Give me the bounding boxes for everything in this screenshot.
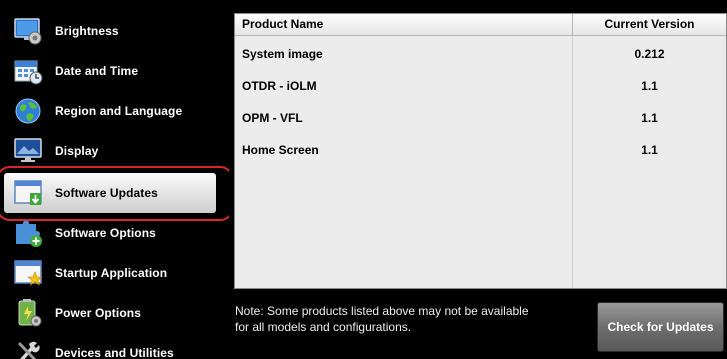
sidebar-item-display[interactable]: Display — [0, 131, 219, 171]
column-header-current-version[interactable]: Current Version — [573, 14, 726, 36]
product-name-cell: Home Screen — [242, 143, 319, 157]
calendar-clock-icon — [13, 56, 43, 86]
sidebar-item-devices-and-utilities[interactable]: Devices and Utilities — [0, 333, 219, 359]
table-row[interactable]: System image 0.212 — [235, 38, 726, 70]
version-cell: 1.1 — [641, 143, 658, 157]
sidebar-item-software-updates[interactable]: Software Updates — [4, 173, 216, 213]
check-for-updates-button[interactable]: Check for Updates — [597, 302, 724, 352]
products-table: Product Name Current Version System imag… — [234, 13, 727, 289]
sidebar-item-power-options[interactable]: Power Options — [0, 293, 219, 333]
sidebar-item-label: Region and Language — [55, 104, 183, 118]
sidebar-item-region-and-language[interactable]: Region and Language — [0, 91, 219, 131]
version-cell: 1.1 — [641, 79, 658, 93]
globe-icon — [13, 96, 43, 126]
sidebar-item-date-and-time[interactable]: Date and Time — [0, 51, 219, 91]
sidebar-item-label: Software Updates — [55, 186, 158, 200]
puzzle-plus-icon — [13, 218, 43, 248]
sidebar-item-label: Date and Time — [55, 64, 139, 78]
software-update-icon — [13, 178, 43, 208]
column-header-product-name[interactable]: Product Name — [242, 14, 323, 36]
version-cell: 0.212 — [634, 47, 665, 61]
settings-sidebar: Brightness Date and Time Region and Lang… — [0, 0, 234, 359]
sidebar-item-label: Power Options — [55, 306, 141, 320]
product-name-cell: OPM - VFL — [242, 111, 303, 125]
table-header: Product Name Current Version — [235, 14, 726, 36]
note-line: Note: Some products listed above may not… — [235, 304, 529, 318]
monitor-icon — [13, 136, 43, 166]
software-updates-panel: Product Name Current Version System imag… — [229, 0, 727, 359]
startup-star-icon — [13, 258, 43, 288]
table-row[interactable]: Home Screen 1.1 — [235, 134, 726, 166]
table-row[interactable]: OTDR - iOLM 1.1 — [235, 70, 726, 102]
sidebar-item-brightness[interactable]: Brightness — [0, 11, 219, 51]
power-options-icon — [13, 298, 43, 328]
sidebar-item-startup-application[interactable]: Startup Application — [0, 253, 219, 293]
availability-note: Note: Some products listed above may not… — [235, 303, 575, 335]
sidebar-item-label: Software Options — [55, 226, 156, 240]
sidebar-item-label: Display — [55, 144, 99, 158]
sidebar-item-label: Devices and Utilities — [55, 346, 174, 359]
version-cell: 1.1 — [641, 111, 658, 125]
product-name-cell: OTDR - iOLM — [242, 79, 317, 93]
sidebar-item-software-options[interactable]: Software Options — [0, 213, 219, 253]
note-line: for all models and configurations. — [235, 320, 412, 334]
brightness-icon — [13, 16, 43, 46]
sidebar-item-label: Brightness — [55, 24, 119, 38]
product-name-cell: System image — [242, 47, 323, 61]
tools-icon — [13, 338, 43, 359]
table-row[interactable]: OPM - VFL 1.1 — [235, 102, 726, 134]
sidebar-item-label: Startup Application — [55, 266, 168, 280]
